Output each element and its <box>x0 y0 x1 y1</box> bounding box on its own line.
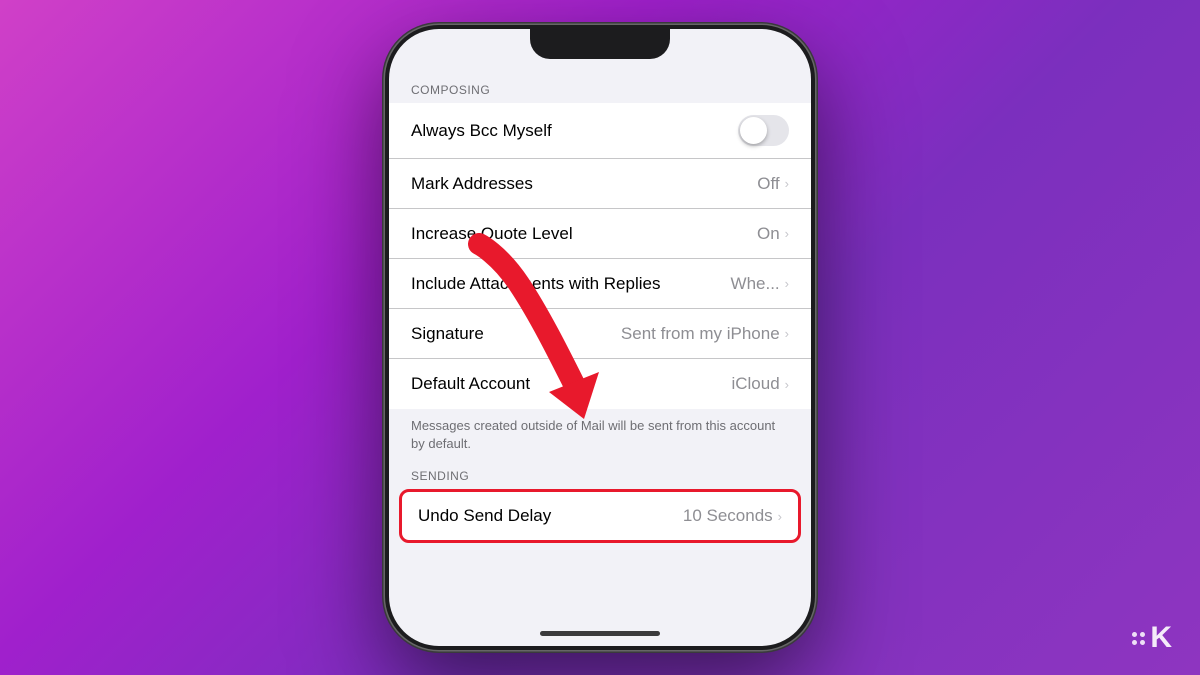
phone-screen: COMPOSING Always Bcc Myself Mark Address… <box>389 29 811 646</box>
logo-dot-2 <box>1140 632 1145 637</box>
logo-dot-4 <box>1140 640 1145 645</box>
toggle-knob <box>740 117 767 144</box>
mark-addresses-value: Off <box>757 174 779 194</box>
increase-quote-row[interactable]: Increase Quote Level On › <box>389 209 811 259</box>
increase-quote-chevron: › <box>785 226 789 241</box>
sending-section-header: SENDING <box>389 463 811 489</box>
undo-send-delay-row[interactable]: Undo Send Delay 10 Seconds › <box>399 489 801 543</box>
signature-value-group: Sent from my iPhone › <box>621 324 789 344</box>
increase-quote-value: On <box>757 224 780 244</box>
include-attachments-value: Whe... <box>731 274 780 294</box>
composing-section-header: COMPOSING <box>389 69 811 103</box>
signature-row[interactable]: Signature Sent from my iPhone › <box>389 309 811 359</box>
increase-quote-value-group: On › <box>757 224 789 244</box>
settings-content: COMPOSING Always Bcc Myself Mark Address… <box>389 29 811 646</box>
logo-dot-3 <box>1132 640 1137 645</box>
default-account-label: Default Account <box>411 374 530 394</box>
signature-value: Sent from my iPhone <box>621 324 780 344</box>
undo-send-delay-chevron: › <box>778 509 782 524</box>
default-account-row[interactable]: Default Account iCloud › <box>389 359 811 409</box>
knowtechie-logo: K <box>1132 623 1172 653</box>
phone-frame: COMPOSING Always Bcc Myself Mark Address… <box>385 25 815 650</box>
logo-letter: K <box>1150 623 1172 653</box>
increase-quote-label: Increase Quote Level <box>411 224 573 244</box>
undo-send-delay-label: Undo Send Delay <box>418 506 551 526</box>
mark-addresses-chevron: › <box>785 176 789 191</box>
include-attachments-label: Include Attachments with Replies <box>411 274 660 294</box>
always-bcc-label: Always Bcc Myself <box>411 121 552 141</box>
always-bcc-row[interactable]: Always Bcc Myself <box>389 103 811 159</box>
default-account-value-group: iCloud › <box>731 374 789 394</box>
include-attachments-value-group: Whe... › <box>731 274 789 294</box>
logo-dots <box>1132 632 1145 645</box>
include-attachments-chevron: › <box>785 276 789 291</box>
include-attachments-row[interactable]: Include Attachments with Replies Whe... … <box>389 259 811 309</box>
mark-addresses-value-group: Off › <box>757 174 789 194</box>
composing-settings-group: Always Bcc Myself Mark Addresses Off › I… <box>389 103 811 409</box>
notch <box>530 29 670 59</box>
signature-chevron: › <box>785 326 789 341</box>
mark-addresses-row[interactable]: Mark Addresses Off › <box>389 159 811 209</box>
undo-send-delay-value-group: 10 Seconds › <box>683 506 782 526</box>
signature-label: Signature <box>411 324 484 344</box>
composing-footer: Messages created outside of Mail will be… <box>389 409 811 463</box>
default-account-chevron: › <box>785 377 789 392</box>
home-indicator <box>540 631 660 636</box>
always-bcc-toggle[interactable] <box>738 115 789 146</box>
logo-dot-1 <box>1132 632 1137 637</box>
sending-settings-group: Undo Send Delay 10 Seconds › <box>389 489 811 543</box>
mark-addresses-label: Mark Addresses <box>411 174 533 194</box>
default-account-value: iCloud <box>731 374 779 394</box>
undo-send-delay-value: 10 Seconds <box>683 506 773 526</box>
